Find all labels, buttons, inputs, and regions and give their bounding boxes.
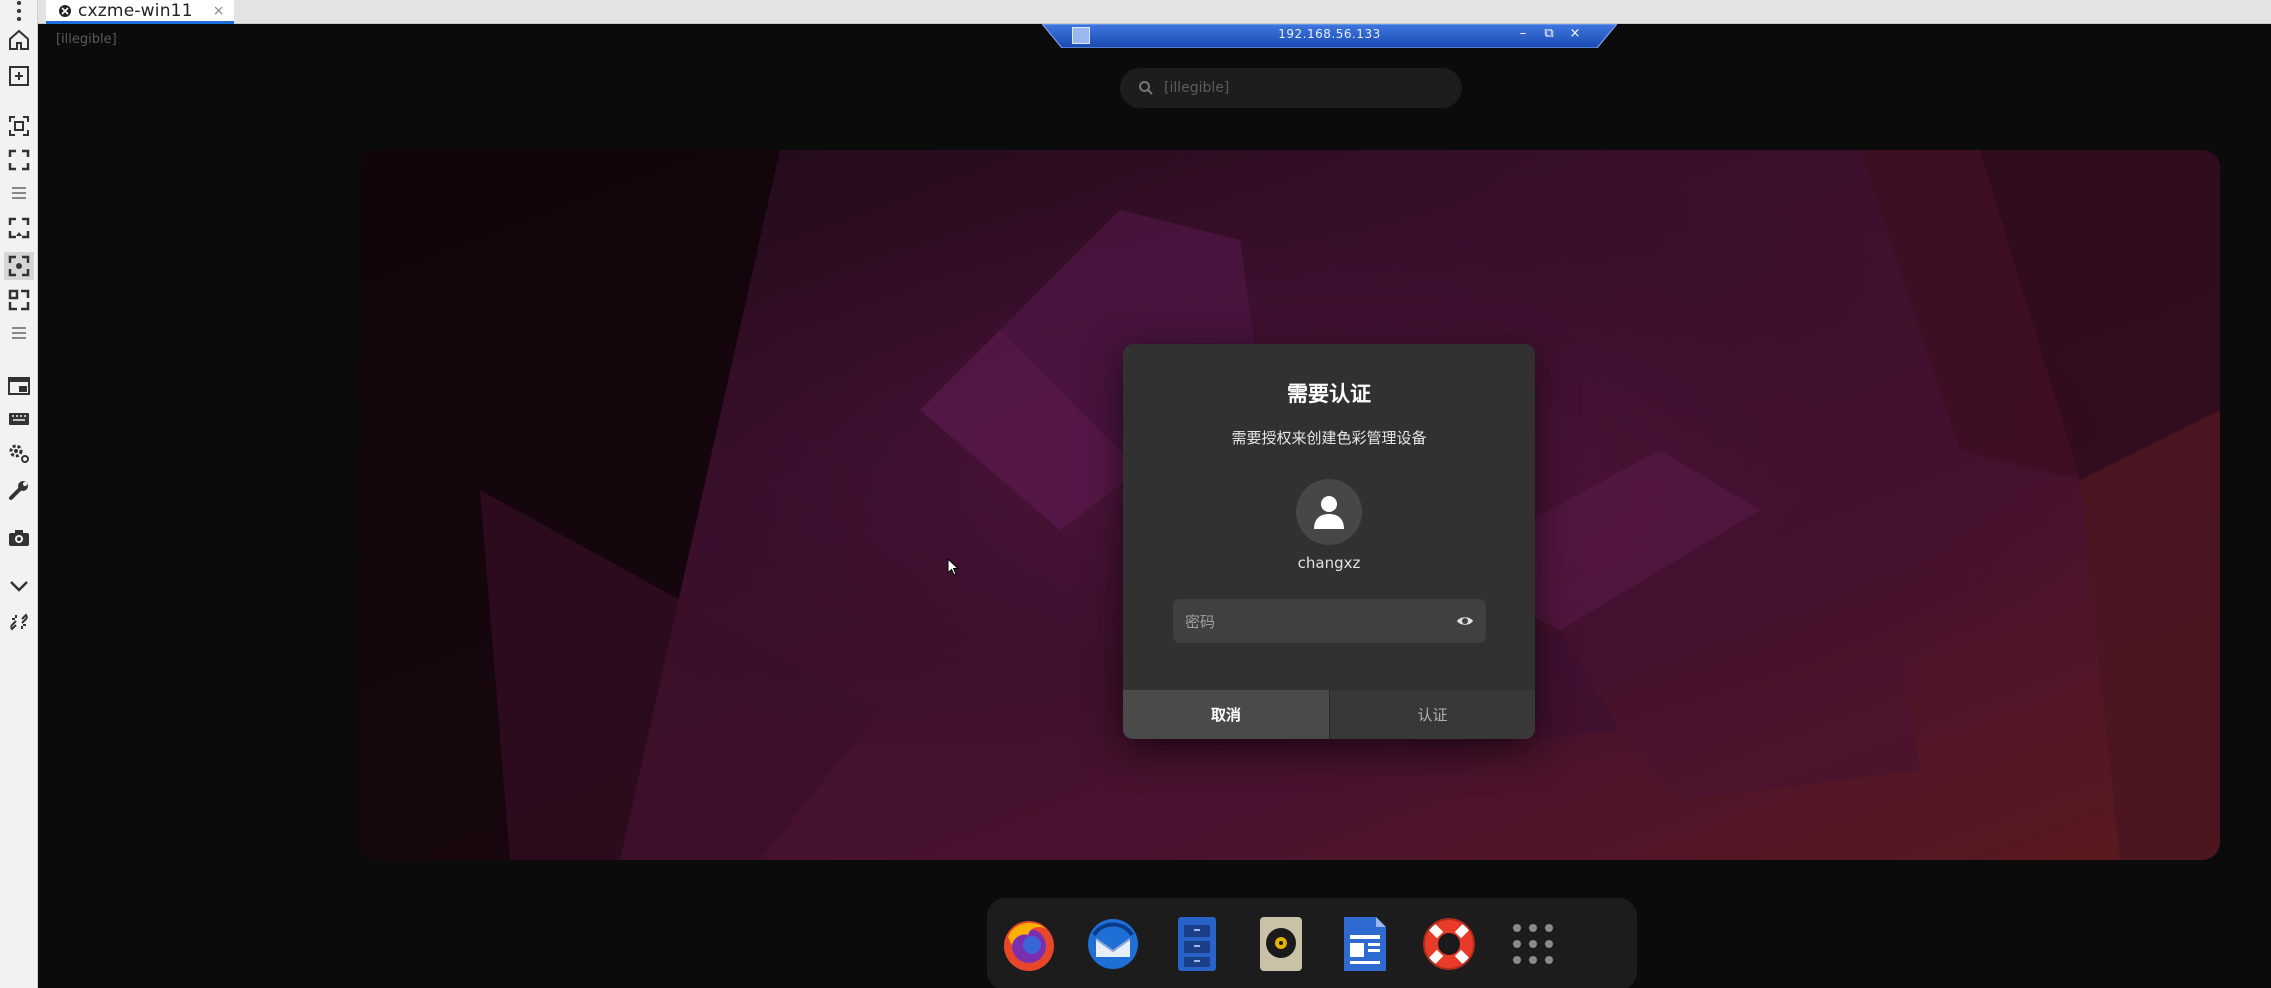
cancel-button[interactable]: 取消 <box>1123 690 1329 739</box>
authenticate-button[interactable]: 认证 <box>1329 690 1535 739</box>
password-field[interactable]: 密码 <box>1173 599 1486 643</box>
keyboard-icon[interactable] <box>4 405 34 433</box>
search-icon <box>1139 81 1153 95</box>
autofit-icon[interactable] <box>4 252 34 280</box>
password-placeholder: 密码 <box>1185 612 1216 631</box>
dialog-buttons: 取消 认证 <box>1123 690 1535 739</box>
tools-icon[interactable] <box>4 476 34 504</box>
remote-connection-bar: 192.168.56.133 – ⧉ × <box>1042 24 1617 48</box>
mouse-cursor-icon <box>947 558 959 576</box>
tab-close-button[interactable]: × <box>213 3 225 19</box>
eye-icon[interactable] <box>1456 612 1474 630</box>
fit-screen-icon[interactable] <box>4 112 34 140</box>
tab-title: cxzme-win11 <box>78 0 193 21</box>
rhythmbox-icon[interactable] <box>1251 914 1311 974</box>
activities-label[interactable]: [illegible] <box>56 32 117 47</box>
libreoffice-writer-icon[interactable] <box>1335 914 1395 974</box>
guest-desktop: [illegible] 192.168.56.133 – ⧉ × [illegi… <box>38 24 2271 988</box>
camera-icon[interactable] <box>4 524 34 552</box>
menu-icon[interactable] <box>4 182 34 204</box>
dialog-title: 需要认证 <box>1287 382 1371 406</box>
thunderbird-icon[interactable] <box>1083 914 1143 974</box>
vm-icon <box>59 4 71 17</box>
host-toolbar <box>0 0 38 988</box>
resize-icon[interactable] <box>4 286 34 314</box>
menu-icon[interactable] <box>4 322 34 344</box>
search-input[interactable]: [illegible] <box>1120 68 1462 108</box>
host-tabstrip: cxzme-win11 × <box>38 0 2271 24</box>
window-icon[interactable] <box>4 372 34 400</box>
search-placeholder: [illegible] <box>1164 80 1230 96</box>
screen: cxzme-win11 × [illegible] 192.168.56.133… <box>0 0 2271 988</box>
firefox-icon[interactable] <box>999 914 1059 974</box>
home-icon[interactable] <box>4 26 34 54</box>
new-window-icon[interactable] <box>4 62 34 90</box>
close-button[interactable]: × <box>1569 26 1581 41</box>
fullscreen-icon[interactable] <box>4 146 34 174</box>
files-icon[interactable] <box>1167 914 1227 974</box>
help-icon[interactable] <box>1419 914 1479 974</box>
username-label: changxz <box>1297 554 1361 572</box>
dialog-message: 需要授权来创建色彩管理设备 <box>1231 429 1427 447</box>
app-grid-icon[interactable] <box>1503 914 1563 974</box>
restore-button[interactable]: ⧉ <box>1543 26 1555 41</box>
dock <box>987 898 1637 988</box>
user-icon <box>1314 496 1344 529</box>
settings-icon[interactable] <box>4 440 34 468</box>
disconnect-icon[interactable] <box>4 608 34 636</box>
workspace-preview[interactable]: 需要认证 需要授权来创建色彩管理设备 changxz 密码 取消 认证 <box>360 150 2220 860</box>
more-vert-icon[interactable] <box>4 0 34 22</box>
avatar <box>1296 479 1362 545</box>
scale-screen-icon[interactable] <box>4 214 34 242</box>
chevron-down-icon[interactable] <box>4 572 34 600</box>
tab-cxzme-win11[interactable]: cxzme-win11 × <box>46 0 234 24</box>
auth-dialog: 需要认证 需要授权来创建色彩管理设备 changxz 密码 取消 认证 <box>1123 344 1535 739</box>
minimize-button[interactable]: – <box>1517 26 1529 41</box>
